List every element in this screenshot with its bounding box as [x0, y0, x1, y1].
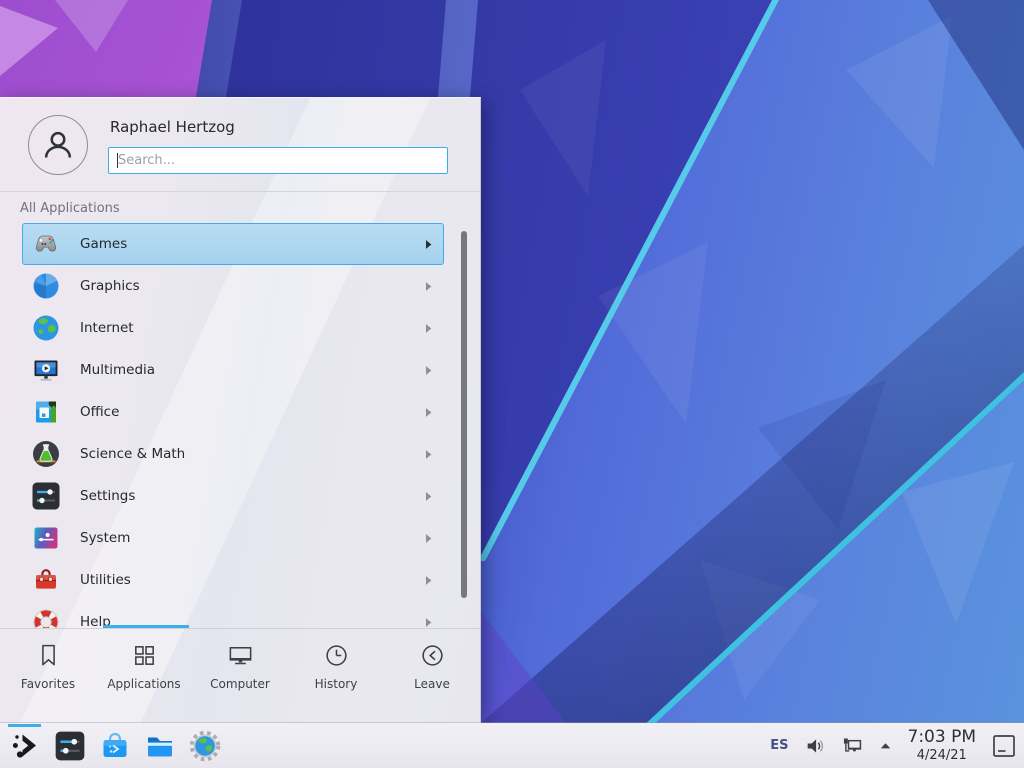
applications-icon	[131, 642, 158, 669]
submenu-arrow-icon	[424, 239, 433, 250]
tab-label: Computer	[210, 677, 270, 691]
tab-label: Applications	[107, 677, 180, 691]
show-desktop-button[interactable]	[991, 733, 1017, 759]
internet-icon	[30, 312, 62, 344]
tab-label: History	[315, 677, 358, 691]
taskbar-system-settings[interactable]	[53, 729, 87, 763]
scrollbar-thumb[interactable]	[461, 231, 467, 598]
category-science-math[interactable]: Science & Math	[22, 433, 444, 475]
launcher-tabbar: Favorites Applications Computer History Leav…	[0, 629, 480, 723]
utilities-icon	[30, 564, 62, 596]
category-utilities[interactable]: Utilities	[22, 559, 444, 601]
app-category-list: Games Graphics Internet Multimedia Office Sci…	[22, 223, 444, 629]
system-icon	[30, 522, 62, 554]
category-label: System	[80, 530, 424, 546]
network-icon[interactable]	[841, 735, 863, 757]
tab-computer[interactable]: Computer	[192, 629, 288, 723]
history-icon	[323, 642, 350, 669]
multimedia-icon	[30, 354, 62, 386]
submenu-arrow-icon	[424, 323, 433, 334]
system-tray: ES 7:03 PM 4/24/21	[770, 729, 1024, 762]
tray-icons	[804, 735, 893, 757]
computer-icon	[227, 642, 254, 669]
tab-history[interactable]: History	[288, 629, 384, 723]
category-office[interactable]: Office	[22, 391, 444, 433]
tab-applications[interactable]: Applications	[96, 629, 192, 723]
application-launcher-menu: Raphael Hertzog All Applications Games Gr…	[0, 97, 481, 723]
science-icon	[30, 438, 62, 470]
submenu-arrow-icon	[424, 491, 433, 502]
tab-label: Favorites	[21, 677, 75, 691]
tab-favorites[interactable]: Favorites	[0, 629, 96, 723]
taskbar-application-launcher[interactable]	[8, 729, 42, 763]
category-system[interactable]: System	[22, 517, 444, 559]
category-label: Games	[80, 236, 424, 252]
section-label: All Applications	[20, 201, 120, 216]
category-help[interactable]: Help	[22, 601, 444, 629]
category-settings[interactable]: Settings	[22, 475, 444, 517]
category-multimedia[interactable]: Multimedia	[22, 349, 444, 391]
taskbar-discover-software-center[interactable]	[98, 729, 132, 763]
taskbar-file-manager[interactable]	[143, 729, 177, 763]
tab-label: Leave	[414, 677, 450, 691]
submenu-arrow-icon	[424, 533, 433, 544]
settings-icon	[30, 480, 62, 512]
user-name: Raphael Hertzog	[110, 118, 235, 136]
leave-icon	[419, 642, 446, 669]
digital-clock[interactable]: 7:03 PM 4/24/21	[908, 729, 977, 762]
taskbar-web-browser[interactable]	[188, 729, 222, 763]
submenu-arrow-icon	[424, 365, 433, 376]
active-task-indicator	[8, 724, 41, 727]
category-label: Settings	[80, 488, 424, 504]
person-icon	[38, 125, 78, 165]
games-icon	[30, 228, 62, 260]
submenu-arrow-icon	[424, 281, 433, 292]
search-field[interactable]	[108, 147, 448, 174]
office-icon	[30, 396, 62, 428]
submenu-arrow-icon	[424, 617, 433, 628]
user-avatar[interactable]	[28, 115, 88, 175]
help-icon	[30, 606, 62, 629]
launcher-header: Raphael Hertzog	[0, 98, 480, 192]
category-label: Graphics	[80, 278, 424, 294]
submenu-arrow-icon	[424, 449, 433, 460]
tab-leave[interactable]: Leave	[384, 629, 480, 723]
taskbar-launchers	[0, 729, 222, 763]
keyboard-layout-indicator[interactable]: ES	[770, 738, 788, 753]
active-tab-indicator	[103, 625, 189, 628]
search-input[interactable]	[109, 148, 447, 173]
category-label: Science & Math	[80, 446, 424, 462]
favorites-icon	[35, 642, 62, 669]
category-label: Office	[80, 404, 424, 420]
category-label: Internet	[80, 320, 424, 336]
desktop: Raphael Hertzog All Applications Games Gr…	[0, 0, 1024, 768]
clock-date: 4/24/21	[908, 749, 977, 762]
clock-time: 7:03 PM	[908, 729, 977, 746]
graphics-icon	[30, 270, 62, 302]
submenu-arrow-icon	[424, 575, 433, 586]
volume-icon[interactable]	[804, 735, 826, 757]
category-games[interactable]: Games	[22, 223, 444, 265]
taskbar-panel: ES 7:03 PM 4/24/21	[0, 723, 1024, 768]
category-internet[interactable]: Internet	[22, 307, 444, 349]
category-graphics[interactable]: Graphics	[22, 265, 444, 307]
category-label: Utilities	[80, 572, 424, 588]
category-label: Multimedia	[80, 362, 424, 378]
submenu-arrow-icon	[424, 407, 433, 418]
expand-tray-icon[interactable]	[878, 738, 893, 753]
